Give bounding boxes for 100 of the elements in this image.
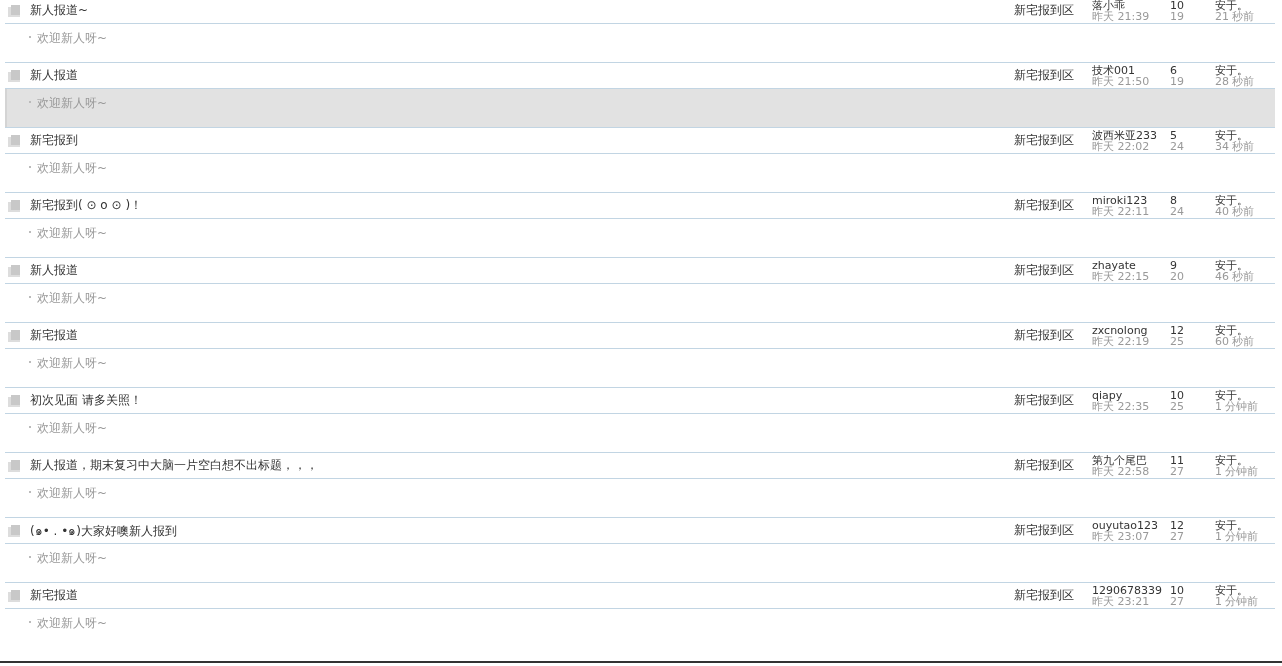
last-poster[interactable]: 安于。 (1215, 129, 1275, 141)
post-date: 昨天 21:50 (1092, 75, 1151, 87)
document-icon (8, 134, 22, 147)
reply-count: 10 (1170, 389, 1185, 401)
document-icon (8, 199, 22, 212)
last-post-time: 40 秒前 (1215, 205, 1256, 217)
reply-count: 10 (1170, 584, 1185, 596)
reply-count: 5 (1170, 129, 1178, 141)
post-date: 昨天 21:39 (1092, 10, 1151, 22)
post-date: 昨天 23:21 (1092, 595, 1151, 607)
document-icon (8, 394, 22, 407)
last-poster[interactable]: 安于。 (1215, 389, 1275, 401)
forum-name[interactable]: 新宅报到区 (1014, 392, 1092, 409)
document-icon (8, 459, 22, 472)
forum-name[interactable]: 新宅报到区 (1014, 327, 1092, 344)
thread-title[interactable]: 新宅报到 (30, 132, 1014, 149)
post-date: 昨天 22:58 (1092, 465, 1151, 477)
document-icon (8, 589, 22, 602)
view-count: 24 (1170, 205, 1185, 217)
post-date: 昨天 22:19 (1092, 335, 1151, 347)
thread-title[interactable]: 新人报道 (30, 262, 1014, 279)
last-poster[interactable]: 安于。 (1215, 519, 1275, 531)
last-post-time: 1 分钟前 (1215, 465, 1260, 477)
forum-name[interactable]: 新宅报到区 (1014, 197, 1092, 214)
reply-count: 6 (1170, 64, 1178, 76)
last-post-time: 60 秒前 (1215, 335, 1256, 347)
post-date: 昨天 22:35 (1092, 400, 1151, 412)
forum-name[interactable]: 新宅报到区 (1014, 2, 1092, 19)
thread-excerpt: 欢迎新人呀~ (37, 616, 108, 630)
reply-count: 8 (1170, 194, 1178, 206)
last-post-time: 46 秒前 (1215, 270, 1256, 282)
thread-title[interactable]: (๑• . •๑)大家好噢新人报到 (30, 521, 1014, 540)
view-count: 24 (1170, 140, 1185, 152)
post-date: 昨天 23:07 (1092, 530, 1150, 542)
last-post-time: 1 分钟前 (1215, 400, 1260, 412)
forum-name[interactable]: 新宅报到区 (1014, 522, 1092, 539)
document-icon (8, 329, 22, 342)
thread-excerpt: 欢迎新人呀~ (37, 31, 108, 45)
thread-excerpt: 欢迎新人呀~ (37, 356, 108, 370)
author-name[interactable]: 落小乖 (1092, 0, 1170, 11)
author-name[interactable]: ouyutao123 (1092, 519, 1170, 531)
last-poster[interactable]: 安于。 (1215, 454, 1275, 466)
document-icon (8, 264, 22, 277)
post-date: 昨天 22:15 (1092, 270, 1151, 282)
author-name[interactable]: 第九个尾巴 (1092, 454, 1170, 466)
last-poster[interactable]: 安于。 (1215, 259, 1275, 271)
author-name[interactable]: 1290678339 (1092, 584, 1170, 596)
thread-title[interactable]: 初次见面 请多关照！ (30, 392, 1014, 409)
thread-title[interactable]: 新宅报道 (30, 327, 1014, 344)
thread-title[interactable]: 新宅报到( ⊙ o ⊙ )！ (30, 197, 1014, 214)
forum-name[interactable]: 新宅报到区 (1014, 67, 1092, 84)
thread-excerpt: 欢迎新人呀~ (37, 226, 108, 240)
author-name[interactable]: zxcnolong (1092, 324, 1170, 336)
last-poster[interactable]: 安于。 (1215, 194, 1275, 206)
thread-title[interactable]: 新人报道，期末复习中大脑一片空白想不出标题，，， (30, 457, 1014, 474)
thread-title[interactable]: 新人报道 (30, 67, 1014, 84)
author-name[interactable]: qiapy (1092, 389, 1170, 401)
view-count: 25 (1170, 335, 1185, 347)
thread-excerpt: 欢迎新人呀~ (37, 291, 108, 305)
reply-count: 12 (1170, 519, 1185, 531)
thread-excerpt: 欢迎新人呀~ (37, 486, 108, 500)
post-date: 昨天 22:02 (1092, 140, 1150, 152)
view-count: 27 (1170, 465, 1185, 477)
last-poster[interactable]: 安于。 (1215, 584, 1275, 596)
thread-excerpt: 欢迎新人呀~ (37, 421, 108, 435)
last-post-time: 28 秒前 (1215, 75, 1256, 87)
thread-title[interactable]: 新人报道~ (30, 2, 1014, 19)
last-post-time: 1 分钟前 (1215, 595, 1260, 607)
thread-excerpt: 欢迎新人呀~ (37, 161, 108, 175)
author-name[interactable]: 波西米亚233 (1092, 129, 1170, 141)
author-name[interactable]: 技术001 (1092, 64, 1170, 76)
forum-name[interactable]: 新宅报到区 (1014, 132, 1092, 149)
post-date: 昨天 22:11 (1092, 205, 1151, 217)
document-icon (8, 524, 22, 537)
reply-count: 10 (1170, 0, 1185, 11)
last-poster[interactable]: 安于。 (1215, 324, 1275, 336)
view-count: 19 (1170, 10, 1185, 22)
reply-count: 11 (1170, 454, 1185, 466)
author-name[interactable]: zhayate (1092, 259, 1170, 271)
last-post-time: 21 秒前 (1215, 10, 1256, 22)
document-icon (8, 69, 22, 82)
thread-excerpt: 欢迎新人呀~ (37, 96, 108, 110)
last-poster[interactable]: 安于。 (1215, 0, 1275, 11)
forum-name[interactable]: 新宅报到区 (1014, 587, 1092, 604)
last-post-time: 1 分钟前 (1215, 530, 1260, 542)
forum-name[interactable]: 新宅报到区 (1014, 262, 1092, 279)
author-name[interactable]: miroki123 (1092, 194, 1170, 206)
thread-excerpt: 欢迎新人呀~ (37, 551, 108, 565)
last-post-time: 34 秒前 (1215, 140, 1256, 152)
view-count: 25 (1170, 400, 1185, 412)
view-count: 27 (1170, 530, 1185, 542)
forum-name[interactable]: 新宅报到区 (1014, 457, 1092, 474)
last-poster[interactable]: 安于。 (1215, 64, 1275, 76)
view-count: 20 (1170, 270, 1185, 282)
thread-title[interactable]: 新宅报道 (30, 587, 1014, 604)
view-count: 27 (1170, 595, 1185, 607)
view-count: 19 (1170, 75, 1185, 87)
reply-count: 9 (1170, 259, 1178, 271)
document-icon (8, 4, 22, 17)
reply-count: 12 (1170, 324, 1185, 336)
